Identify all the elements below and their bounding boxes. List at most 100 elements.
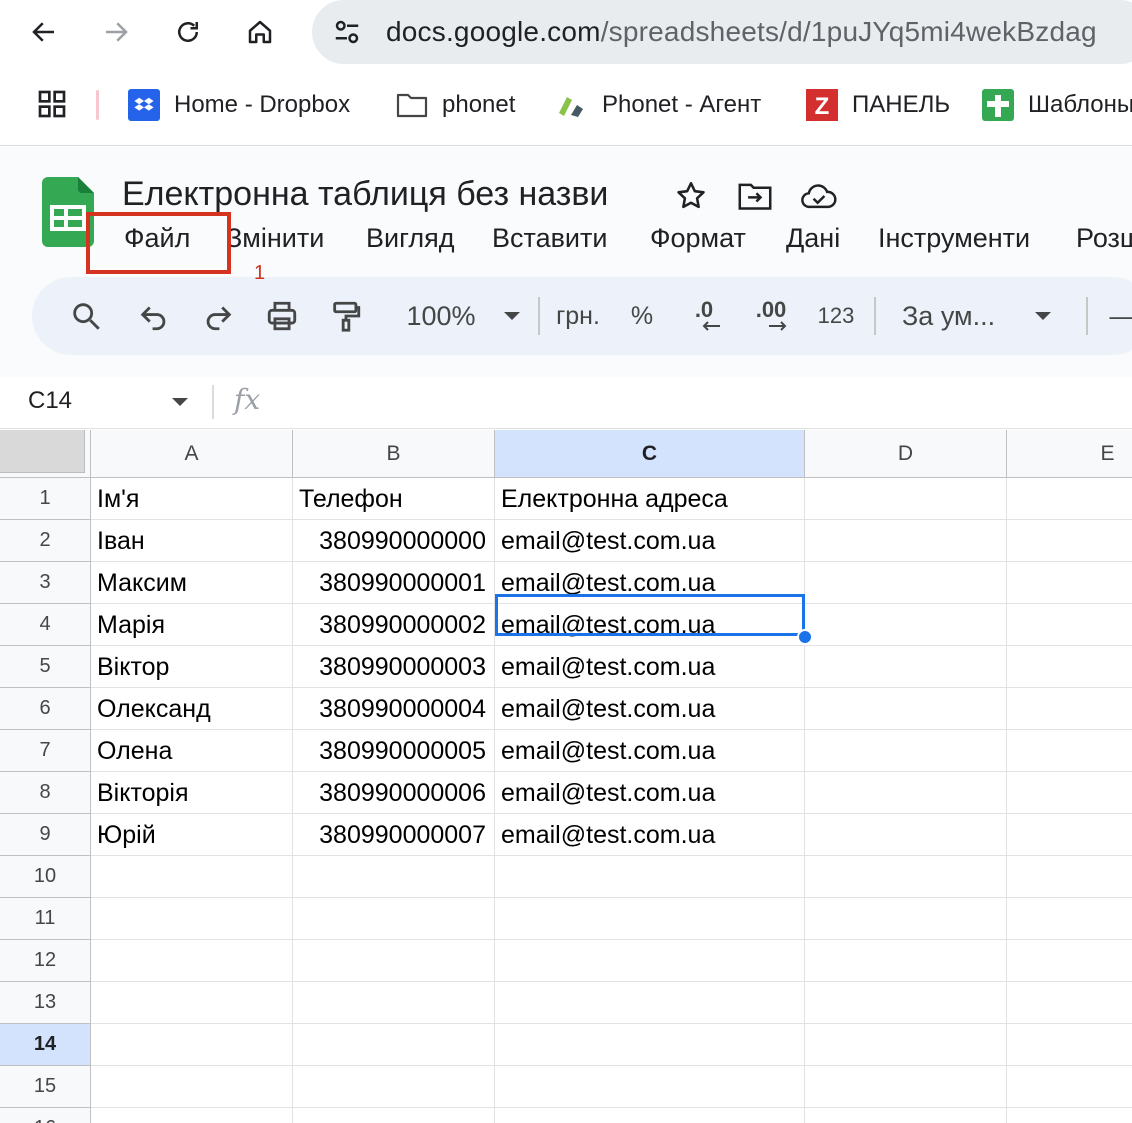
table-cell[interactable] [805, 562, 1007, 604]
row-header[interactable]: 16 [0, 1108, 91, 1123]
zoom-select[interactable]: 100% [394, 296, 534, 336]
bookmark-templates[interactable]: Шаблоны [982, 82, 1132, 128]
row-header[interactable]: 1 [0, 478, 91, 520]
table-cell[interactable] [805, 940, 1007, 982]
table-cell[interactable] [805, 814, 1007, 856]
row-header[interactable]: 13 [0, 982, 91, 1024]
table-cell[interactable] [293, 856, 495, 898]
table-cell[interactable] [91, 982, 293, 1024]
table-cell[interactable]: Олена [91, 730, 293, 772]
table-cell[interactable] [91, 856, 293, 898]
row-header[interactable]: 7 [0, 730, 91, 772]
table-cell[interactable]: 380990000005 [293, 730, 495, 772]
reload-button[interactable] [168, 12, 208, 52]
print-button[interactable] [262, 296, 302, 336]
table-cell[interactable] [805, 646, 1007, 688]
bookmark-dropbox[interactable]: Home - Dropbox [128, 82, 350, 128]
table-cell[interactable] [805, 856, 1007, 898]
paint-format-button[interactable] [326, 296, 366, 336]
table-cell[interactable]: 380990000006 [293, 772, 495, 814]
column-header[interactable]: E [1007, 430, 1132, 478]
menu-edit[interactable]: Змінити [226, 219, 324, 257]
row-header[interactable]: 9 [0, 814, 91, 856]
table-cell[interactable] [805, 898, 1007, 940]
column-header[interactable]: A [91, 430, 293, 478]
table-cell[interactable] [495, 856, 805, 898]
table-cell[interactable] [293, 982, 495, 1024]
table-cell[interactable] [91, 940, 293, 982]
table-cell[interactable] [1007, 814, 1132, 856]
move-button[interactable] [736, 177, 774, 215]
bookmark-panel[interactable]: Z ПАНЕЛЬ [806, 82, 950, 128]
table-cell[interactable] [495, 898, 805, 940]
table-cell[interactable] [1007, 1108, 1132, 1123]
column-header[interactable]: D [805, 430, 1007, 478]
table-cell[interactable]: Електронна адреса [495, 478, 805, 520]
table-cell[interactable]: Іван [91, 520, 293, 562]
table-cell[interactable]: Вікторія [91, 772, 293, 814]
row-header[interactable]: 8 [0, 772, 91, 814]
fill-handle[interactable] [797, 629, 813, 645]
table-cell[interactable] [1007, 1024, 1132, 1066]
font-size-decrease-button[interactable]: — [1108, 296, 1132, 336]
cloud-status-button[interactable] [800, 177, 838, 215]
table-cell[interactable] [1007, 772, 1132, 814]
document-title[interactable]: Електронна таблиця без назви [122, 175, 608, 214]
row-header[interactable]: 4 [0, 604, 91, 646]
percent-format-button[interactable]: % [624, 296, 660, 336]
table-cell[interactable] [1007, 478, 1132, 520]
table-cell[interactable] [1007, 562, 1132, 604]
active-cell-selection[interactable] [495, 594, 805, 636]
table-cell[interactable]: Ім'я [91, 478, 293, 520]
bookmark-phonet-agent[interactable]: Phonet - Агент [556, 82, 761, 128]
table-cell[interactable]: email@test.com.ua [495, 688, 805, 730]
table-cell[interactable] [805, 1066, 1007, 1108]
column-header[interactable]: B [293, 430, 495, 478]
row-header[interactable]: 3 [0, 562, 91, 604]
menu-format[interactable]: Формат [650, 219, 746, 257]
menu-extensions[interactable]: Розш [1076, 219, 1132, 257]
table-cell[interactable]: Марія [91, 604, 293, 646]
row-header[interactable]: 15 [0, 1066, 91, 1108]
table-cell[interactable] [1007, 1066, 1132, 1108]
table-cell[interactable] [1007, 940, 1132, 982]
row-header[interactable]: 11 [0, 898, 91, 940]
search-menus-button[interactable] [66, 296, 106, 336]
menu-insert[interactable]: Вставити [492, 219, 607, 257]
table-cell[interactable] [805, 1108, 1007, 1123]
table-cell[interactable] [1007, 520, 1132, 562]
menu-tools[interactable]: Інструменти [878, 219, 1030, 257]
decrease-decimals-button[interactable]: .0 [682, 296, 726, 336]
table-cell[interactable] [293, 940, 495, 982]
row-header[interactable]: 5 [0, 646, 91, 688]
apps-grid-icon[interactable] [36, 88, 68, 120]
redo-button[interactable] [198, 296, 238, 336]
table-cell[interactable] [805, 772, 1007, 814]
table-cell[interactable] [91, 1108, 293, 1123]
row-header[interactable]: 6 [0, 688, 91, 730]
table-cell[interactable] [495, 1066, 805, 1108]
table-cell[interactable]: 380990000001 [293, 562, 495, 604]
table-cell[interactable] [91, 1066, 293, 1108]
table-cell[interactable]: email@test.com.ua [495, 814, 805, 856]
table-cell[interactable] [293, 1024, 495, 1066]
site-settings-icon[interactable] [332, 17, 362, 47]
table-cell[interactable] [1007, 730, 1132, 772]
font-select[interactable]: За ум... [902, 296, 1062, 336]
table-cell[interactable]: Телефон [293, 478, 495, 520]
url-text[interactable]: docs.google.com/spreadsheets/d/1puJYq5mi… [386, 12, 1097, 52]
menu-view[interactable]: Вигляд [366, 219, 454, 257]
home-button[interactable] [240, 12, 280, 52]
table-cell[interactable]: Олександ [91, 688, 293, 730]
table-cell[interactable] [1007, 604, 1132, 646]
table-cell[interactable] [495, 982, 805, 1024]
table-cell[interactable] [1007, 646, 1132, 688]
table-cell[interactable]: email@test.com.ua [495, 772, 805, 814]
column-header[interactable]: C [495, 430, 805, 478]
table-cell[interactable]: 380990000004 [293, 688, 495, 730]
table-cell[interactable] [1007, 856, 1132, 898]
back-button[interactable] [24, 12, 64, 52]
table-cell[interactable]: 380990000003 [293, 646, 495, 688]
number-format-button[interactable]: 123 [812, 296, 860, 336]
table-cell[interactable] [1007, 898, 1132, 940]
